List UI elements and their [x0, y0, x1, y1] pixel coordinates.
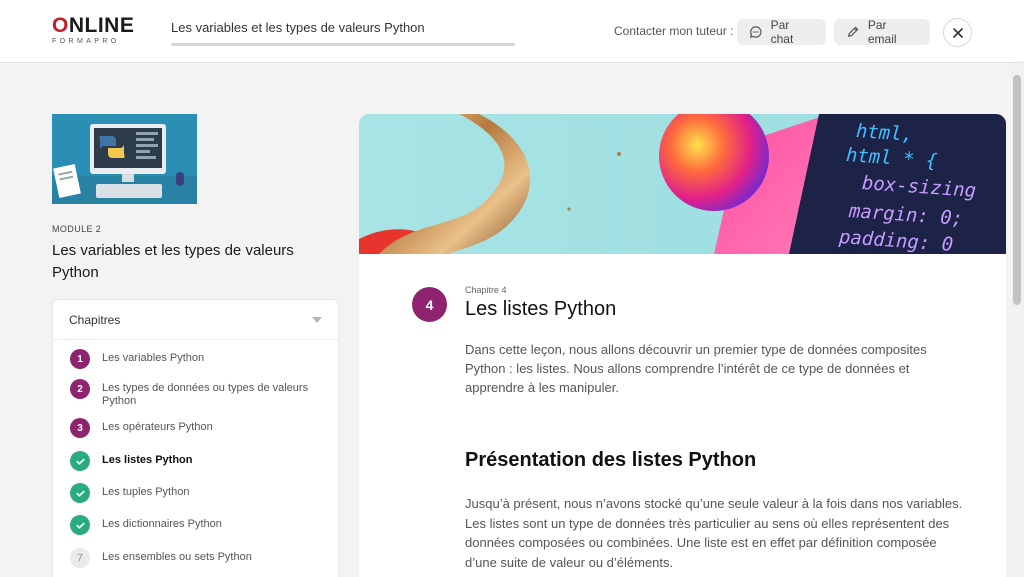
banner-code-line: html, [855, 120, 914, 146]
section-title: Présentation des listes Python [465, 449, 757, 471]
page-scrollbar[interactable] [1010, 63, 1024, 577]
chapter-label: Les variables Python [102, 352, 205, 364]
chapter-item[interactable]: 3 Les opérateurs Python [70, 418, 322, 438]
chapter-number: 3 [70, 418, 90, 438]
close-button[interactable] [943, 18, 972, 47]
chapter-label: Les ensembles ou sets Python [102, 551, 252, 563]
chapter-item[interactable]: 2 Les types de données ou types de valeur… [70, 379, 322, 408]
chapter-item[interactable]: 1 Les variables Python [70, 349, 322, 369]
course-title: Les variables et les types de valeurs Py… [171, 20, 425, 35]
formapro-logo[interactable]: ONLINE FORMAPRO [52, 14, 142, 54]
chapters-heading: Chapitres [69, 312, 121, 327]
section-body: Jusqu’à présent, nous n’avons stocké qu’… [465, 496, 963, 570]
scrollbar-thumb[interactable] [1013, 75, 1021, 305]
close-icon [952, 27, 963, 38]
check-icon [70, 483, 90, 503]
chapters-panel: Chapitres 1 Les variables Python 2 Les type… [52, 299, 339, 577]
chapter-label: Les opérateurs Python [102, 421, 213, 433]
pencil-icon [847, 26, 859, 37]
top-bar: ONLINE FORMAPRO Les variables et les typ… [0, 0, 1024, 63]
course-progress-bar [171, 43, 515, 46]
chapter-number: 1 [70, 349, 90, 369]
chapter-label: Les listes Python [102, 454, 193, 466]
chat-button-label: Par chat [770, 18, 794, 46]
chapter-item[interactable]: Les dictionnaires Python [70, 515, 322, 535]
chapter-item[interactable]: 7 Les ensembles ou sets Python [70, 548, 322, 568]
chapter-number: 7 [70, 548, 90, 568]
email-button-label: Par email [867, 18, 897, 46]
module-label: MODULE 2 [52, 224, 102, 234]
chapter-label: Les dictionnaires Python [102, 518, 222, 530]
module-thumbnail [52, 114, 197, 204]
logo-wordmark: ONLINE [52, 14, 135, 37]
chapter-item[interactable]: Les listes Python [70, 451, 322, 471]
module-title: Les variables et les types de valeurs Py… [52, 242, 294, 281]
contact-email-button[interactable]: Par email [834, 18, 930, 46]
chapter-intro: Dans cette leçon, nous allons découvrir … [465, 342, 927, 395]
check-icon [70, 451, 90, 471]
banner-code-line: html * { [845, 144, 939, 173]
banner-code-line: margin: 0; [848, 200, 964, 230]
chevron-down-icon [312, 316, 322, 323]
banner-code-overlay: html, html * {box-sizing margin: 0; padding… [359, 114, 1006, 254]
chapter-title: Les listes Python [465, 298, 617, 320]
chapter-label: Les types de données ou types de valeurs… [102, 382, 309, 407]
lesson-card: html, html * {box-sizing margin: 0; padding… [359, 114, 1006, 577]
chapter-label: Les tuples Python [102, 486, 190, 498]
chapter-item[interactable]: Les tuples Python [70, 483, 322, 503]
contact-chat-button[interactable]: Par chat [737, 18, 826, 46]
logo-subtitle: FORMAPRO [52, 38, 120, 45]
chapter-number-badge: 4 [412, 287, 447, 322]
chapter-number: 2 [70, 379, 90, 399]
chapters-toggle[interactable]: Chapitres [53, 300, 338, 340]
chat-icon [749, 26, 762, 38]
chapter-kicker: Chapitre 4 [465, 285, 507, 295]
contact-tutor-label: Contacter mon tuteur : [614, 24, 734, 38]
banner-code-line: box-sizing [861, 172, 977, 202]
banner-code-line: padding: 0 [838, 226, 954, 254]
check-icon [70, 515, 90, 535]
